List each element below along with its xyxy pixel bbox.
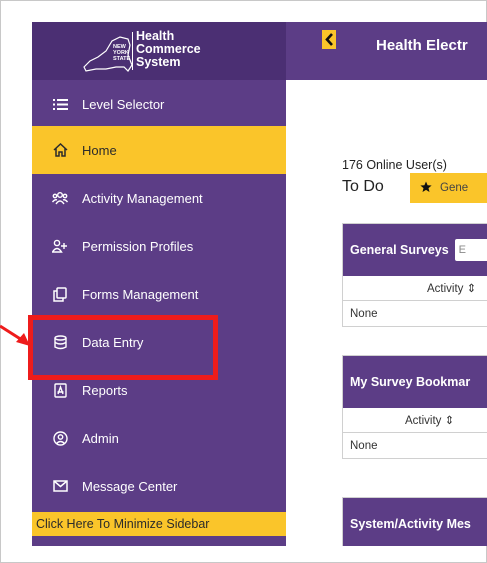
collapse-sidebar-button[interactable] bbox=[322, 30, 336, 49]
logo-line3: System bbox=[136, 55, 181, 69]
general-surveys-card: General Surveys E Activity ⇕ None bbox=[342, 223, 487, 327]
card-title: System/Activity Mes bbox=[350, 517, 471, 531]
online-users-count: 176 Online User(s) bbox=[342, 158, 447, 172]
sidebar-item-admin[interactable]: Admin bbox=[32, 414, 286, 462]
card-title: General Surveys bbox=[350, 243, 449, 257]
user-plus-icon bbox=[52, 238, 68, 254]
card-header: General Surveys E bbox=[343, 224, 487, 276]
sidebar-item-label: Level Selector bbox=[82, 96, 165, 112]
envelope-icon bbox=[52, 478, 68, 494]
logo-state-line3: STATE bbox=[113, 56, 131, 62]
tab-to-do[interactable]: To Do bbox=[342, 178, 384, 196]
minimize-sidebar-button[interactable]: Click Here To Minimize Sidebar bbox=[32, 512, 286, 536]
sidebar: NEW YORK STATE Health Commerce System Le… bbox=[32, 22, 286, 546]
logo-divider bbox=[132, 32, 133, 70]
column-header-activity[interactable]: Activity ⇕ bbox=[343, 408, 487, 433]
tab-general-label: Gene bbox=[440, 182, 469, 194]
tab-general[interactable]: Gene bbox=[410, 173, 487, 203]
logo-area[interactable]: NEW YORK STATE Health Commerce System bbox=[32, 22, 286, 80]
table-row: None bbox=[350, 307, 378, 320]
table-row: None bbox=[350, 439, 378, 452]
sidebar-item-label: Activity Management bbox=[82, 190, 203, 206]
sidebar-item-label: Permission Profiles bbox=[82, 238, 194, 254]
card-header: My Survey Bookmar bbox=[343, 356, 487, 408]
sidebar-item-forms-management[interactable]: Forms Management bbox=[32, 270, 286, 318]
logo-text: Health Commerce System bbox=[136, 30, 201, 69]
system-activity-messages-card: System/Activity Mes bbox=[342, 497, 487, 546]
sidebar-item-activity-management[interactable]: Activity Management bbox=[32, 174, 286, 222]
sidebar-item-label: Forms Management bbox=[82, 286, 199, 302]
card-header: System/Activity Mes bbox=[343, 498, 487, 546]
file-pdf-icon bbox=[52, 382, 68, 398]
red-arrow-icon bbox=[0, 324, 30, 346]
top-bar: Health Electr bbox=[286, 22, 487, 80]
list-icon bbox=[52, 96, 68, 112]
home-icon bbox=[52, 142, 68, 158]
copy-icon bbox=[52, 286, 68, 302]
column-header-activity[interactable]: Activity ⇕ bbox=[343, 276, 487, 301]
users-icon bbox=[52, 190, 68, 206]
sidebar-item-home[interactable]: Home bbox=[32, 126, 286, 174]
star-icon bbox=[420, 181, 432, 196]
page-title: Health Electr bbox=[376, 37, 468, 54]
sidebar-item-label: Reports bbox=[82, 382, 128, 398]
sidebar-item-message-center[interactable]: Message Center bbox=[32, 462, 286, 510]
sidebar-item-level-selector[interactable]: Level Selector bbox=[32, 80, 286, 128]
sidebar-item-label: Admin bbox=[82, 430, 119, 446]
sidebar-item-label: Message Center bbox=[82, 478, 178, 494]
card-title: My Survey Bookmar bbox=[350, 375, 471, 389]
chevron-left-icon bbox=[324, 33, 333, 46]
my-survey-bookmarks-card: My Survey Bookmar Activity ⇕ None bbox=[342, 355, 487, 459]
data-entry-highlight-box bbox=[28, 315, 218, 380]
search-input[interactable]: E bbox=[454, 239, 487, 261]
sidebar-item-permission-profiles[interactable]: Permission Profiles bbox=[32, 222, 286, 270]
user-circle-icon bbox=[52, 430, 68, 446]
main-content: 176 Online User(s) To Do Gene General Su… bbox=[286, 80, 487, 546]
sidebar-item-label: Home bbox=[82, 142, 117, 158]
